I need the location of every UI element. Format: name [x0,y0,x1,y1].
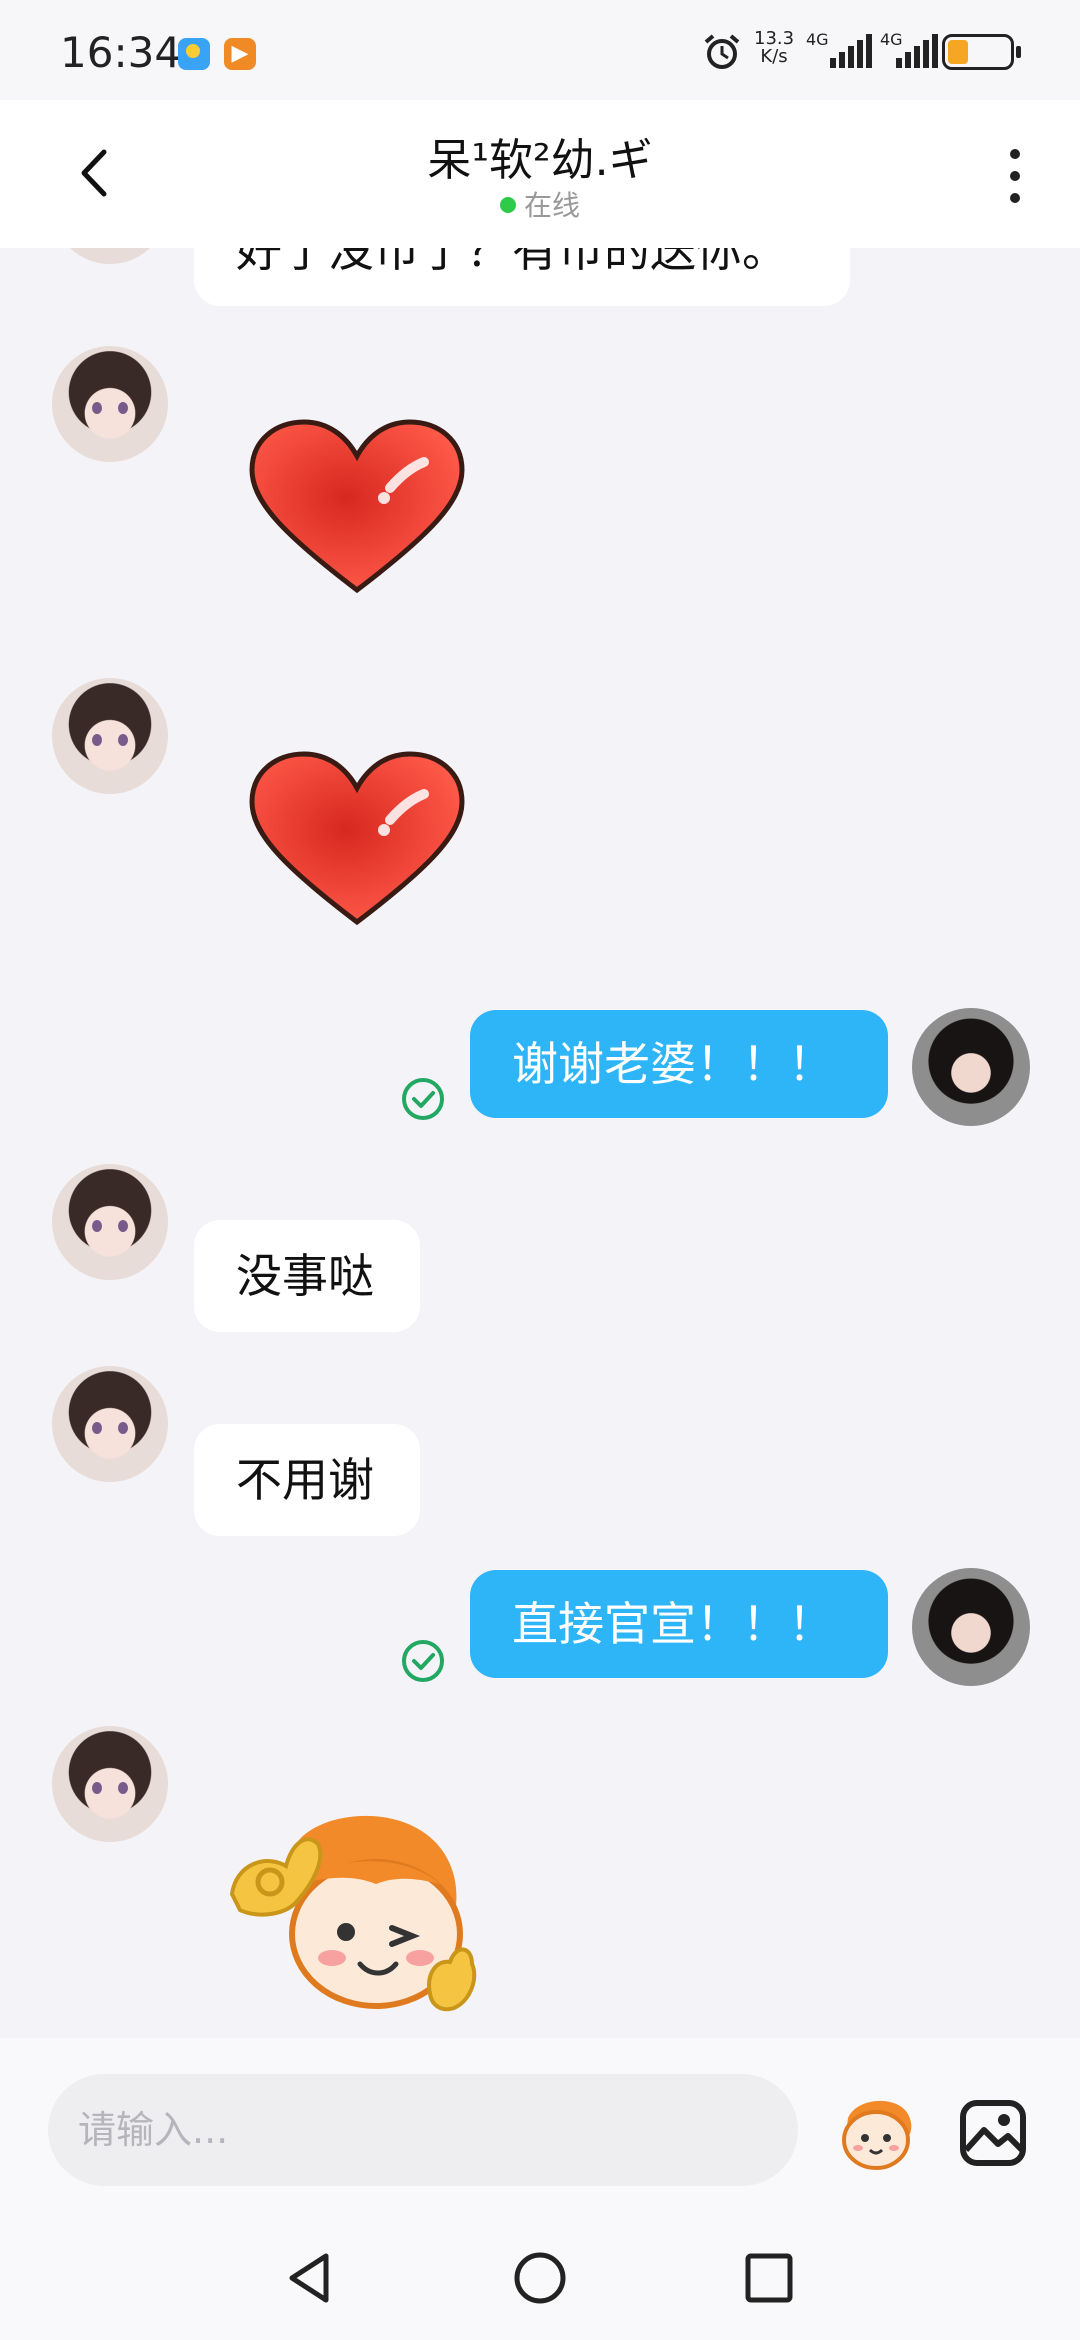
circle-home-icon[interactable] [512,2250,568,2306]
online-dot-icon [499,197,516,213]
image-icon[interactable] [958,2098,1028,2168]
status-bar: 16:34 ▶ 13.3 K/s 4G 4G [0,0,1080,100]
ok-gesture-mascot-sticker-icon[interactable] [226,1804,482,2020]
message-bubble-outgoing[interactable]: 谢谢老婆！！！ [470,1010,888,1118]
status-time: 16:34 [60,28,182,77]
weather-app-icon [178,38,210,70]
message-bubble-outgoing[interactable]: 直接官宣！！！ [470,1570,888,1678]
online-status: 在线 [0,184,1080,224]
network-speed: 13.3 K/s [754,28,795,67]
message-input[interactable] [48,2074,798,2186]
more-vertical-icon[interactable] [1000,148,1030,204]
triangle-back-icon[interactable] [284,2250,334,2306]
contact-avatar[interactable] [52,678,168,794]
square-recents-icon[interactable] [744,2250,794,2306]
mascot-emoji-icon[interactable] [832,2088,920,2176]
message-bubble-incoming[interactable]: 没事哒 [194,1220,420,1332]
read-check-icon [402,1078,444,1120]
contact-avatar[interactable] [52,346,168,462]
message-bubble-incoming[interactable]: 不用谢 [194,1424,420,1536]
contact-avatar[interactable] [52,248,168,264]
contact-avatar[interactable] [52,1164,168,1280]
contact-name: 呆¹软²幼.ギ [427,135,653,186]
my-avatar[interactable] [912,1008,1030,1126]
system-navigation-bar [0,2218,1080,2340]
contact-avatar[interactable] [52,1726,168,1842]
heart-sticker-icon[interactable] [246,750,468,930]
chat-header: 呆¹软²幼.ギ 在线 [0,100,1080,248]
my-avatar[interactable] [912,1568,1030,1686]
contact-avatar[interactable] [52,1366,168,1482]
battery-icon [942,34,1021,70]
alarm-icon [704,34,740,69]
composer-bar [0,2038,1080,2218]
message-list[interactable]: 好了没币了？有币的送你。 谢谢老婆！！！ 没事哒 不用谢 直接官宣！！！ [0,248,1080,2038]
heart-sticker-icon[interactable] [246,418,468,598]
read-check-icon [402,1640,444,1682]
network-type-1: 4G [806,30,829,49]
message-bubble-incoming[interactable]: 好了没币了？有币的送你。 [194,248,850,306]
video-app-icon: ▶ [224,38,256,70]
signal-bars-icon [830,34,872,68]
signal-bars-icon [896,34,938,68]
